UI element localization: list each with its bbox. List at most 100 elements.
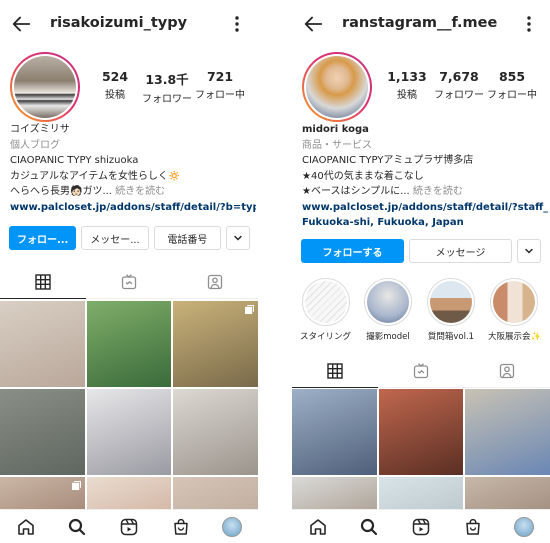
followers-label: フォロワー	[142, 94, 192, 105]
post-thumbnail[interactable]	[465, 389, 550, 475]
read-more-link[interactable]: 続きを読む	[112, 186, 165, 197]
search-icon	[361, 518, 378, 535]
search-icon	[69, 518, 86, 535]
followers-label: フォロワー	[434, 90, 484, 101]
post-thumbnail[interactable]	[86, 301, 172, 387]
nav-reels[interactable]	[118, 516, 140, 538]
bio-line-3-text: へらへら長男🧑🏻ガツ...	[10, 186, 112, 197]
back-arrow-icon[interactable]	[10, 13, 32, 35]
following-count: 855	[498, 69, 526, 84]
profile-tabs	[0, 265, 258, 299]
nav-reels[interactable]	[410, 516, 432, 538]
bio-line-3-text: ★ベースはシンプルに...	[302, 186, 410, 197]
tab-posts-grid[interactable]	[292, 354, 378, 388]
shop-icon	[465, 518, 480, 535]
avatar[interactable]	[302, 52, 372, 122]
post-thumbnail[interactable]	[173, 389, 258, 475]
post-thumbnail[interactable]	[378, 389, 464, 475]
stat-followers[interactable]: 7,678 フォロワー	[430, 69, 488, 101]
reels-icon	[412, 518, 430, 535]
following-label: フォロー中	[487, 90, 537, 101]
profile-category: 商品・サービス	[302, 139, 372, 151]
follow-button[interactable]: フォローする	[301, 239, 404, 263]
profile-avatar-icon	[514, 516, 535, 537]
back-arrow-icon[interactable]	[302, 13, 324, 35]
action-buttons: フォローする メッセージ	[301, 239, 542, 263]
more-options-icon[interactable]	[232, 14, 242, 34]
tab-posts-grid[interactable]	[0, 265, 86, 299]
display-name: midori koga	[302, 124, 369, 135]
post-thumbnail[interactable]	[0, 389, 85, 475]
top-bar: risakoizumi_typy	[0, 0, 258, 48]
top-bar: ranstagram__f.mee	[292, 0, 550, 48]
avatar[interactable]	[10, 52, 80, 122]
followers-count: 7,678	[439, 69, 479, 84]
reels-icon	[120, 518, 138, 535]
posts-grid	[0, 301, 258, 543]
highlight-item[interactable]: 撮影model	[362, 278, 414, 342]
highlight-cover	[305, 281, 347, 323]
tab-tagged[interactable]	[464, 354, 550, 388]
tab-tagged[interactable]	[172, 265, 258, 299]
following-label: フォロー中	[195, 90, 245, 101]
tagged-icon	[207, 274, 223, 289]
suggested-accounts-button[interactable]	[517, 239, 541, 263]
nav-profile[interactable]	[221, 516, 243, 538]
stat-posts[interactable]: 524 投稿	[86, 69, 144, 101]
posts-label: 投稿	[397, 90, 417, 101]
stat-following[interactable]: 855 フォロー中	[483, 69, 541, 101]
nav-home[interactable]	[307, 516, 329, 538]
profile-username: ranstagram__f.mee	[342, 15, 498, 31]
location-link[interactable]: Fukuoka-shi, Fukuoka, Japan	[302, 215, 548, 231]
grid-icon	[35, 273, 51, 290]
post-thumbnail[interactable]	[0, 301, 85, 387]
chevron-down-icon	[234, 235, 242, 241]
posts-label: 投稿	[105, 90, 125, 101]
highlight-label: スタイリング...	[300, 332, 352, 342]
post-thumbnail[interactable]	[173, 301, 258, 387]
nav-profile[interactable]	[513, 516, 535, 538]
nav-shop[interactable]	[170, 516, 192, 538]
profile-category: 個人ブログ	[10, 139, 60, 151]
chevron-down-icon	[525, 248, 533, 254]
display-name: コイズミリサ	[10, 124, 70, 135]
carousel-icon	[244, 305, 254, 314]
carousel-icon	[71, 481, 81, 490]
highlight-item[interactable]: 大阪展示会✨	[488, 278, 540, 342]
tab-igtv[interactable]	[86, 265, 172, 299]
home-icon	[17, 518, 34, 535]
stat-posts[interactable]: 1,133 投稿	[378, 69, 436, 101]
nav-home[interactable]	[15, 516, 37, 538]
bio-line-1: CIAOPANIC TYPYアミュプラザ博多店	[302, 155, 474, 166]
profile-username: risakoizumi_typy	[50, 15, 188, 31]
story-highlights: スタイリング... 撮影model 質問箱vol.1 大阪展示会✨	[292, 278, 550, 344]
posts-count: 1,133	[387, 69, 427, 84]
profile-screen-right: ranstagram__f.mee 1,133 投稿 7,678 フォロワー 8…	[292, 0, 550, 543]
highlight-label: 撮影model	[366, 332, 410, 342]
message-button[interactable]: メッセージ	[409, 239, 512, 263]
action-buttons: フォロー... メッセー... 電話番号	[9, 226, 250, 250]
website-link[interactable]: www.palcloset.jp/addons/staff/detail/?b=…	[10, 200, 256, 216]
home-icon	[309, 518, 326, 535]
suggested-accounts-button[interactable]	[226, 226, 250, 250]
highlight-label: 質問箱vol.1	[427, 332, 475, 342]
nav-search[interactable]	[358, 516, 380, 538]
igtv-icon	[413, 362, 429, 378]
stat-following[interactable]: 721 フォロー中	[191, 69, 249, 101]
tab-igtv[interactable]	[378, 354, 464, 388]
post-thumbnail[interactable]	[86, 389, 172, 475]
message-button[interactable]: メッセー...	[81, 226, 149, 250]
website-link[interactable]: www.palcloset.jp/addons/staff/detail/?st…	[302, 200, 548, 216]
highlight-item[interactable]: スタイリング...	[300, 278, 352, 342]
post-thumbnail[interactable]	[292, 389, 377, 475]
nav-search[interactable]	[66, 516, 88, 538]
more-options-icon[interactable]	[524, 14, 534, 34]
stat-followers[interactable]: 13.8千 フォロワー	[138, 69, 196, 105]
bio-line-1: CIAOPANIC TYPY shizuoka	[10, 155, 139, 166]
phone-button[interactable]: 電話番号	[153, 226, 221, 250]
highlight-item[interactable]: 質問箱vol.1	[425, 278, 477, 342]
nav-shop[interactable]	[462, 516, 484, 538]
read-more-link[interactable]: 続きを読む	[410, 186, 463, 197]
follow-button[interactable]: フォロー...	[9, 226, 77, 250]
shop-icon	[173, 518, 188, 535]
